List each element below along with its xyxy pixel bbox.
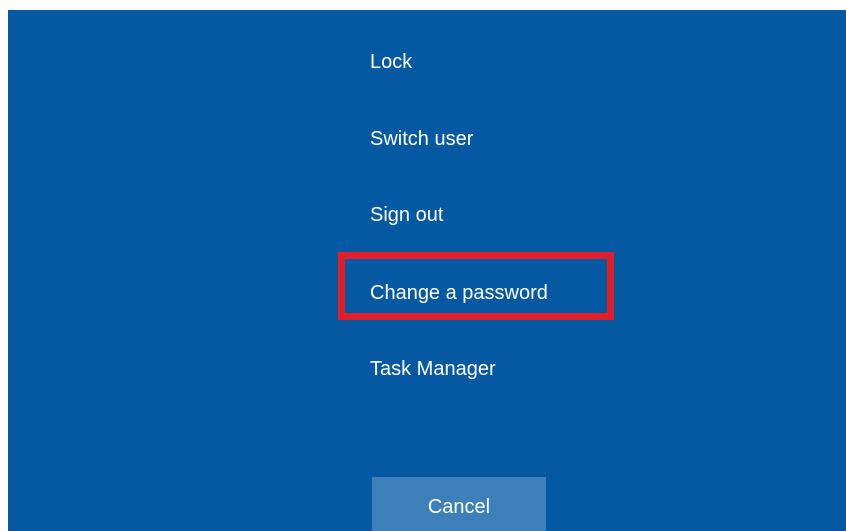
security-options-screen: Lock Switch user Sign out Change a passw…	[8, 10, 846, 531]
switch-user-option[interactable]: Switch user	[370, 127, 473, 151]
sign-out-option[interactable]: Sign out	[370, 203, 443, 227]
change-password-option[interactable]: Change a password	[370, 281, 548, 305]
task-manager-option[interactable]: Task Manager	[370, 357, 496, 381]
lock-option[interactable]: Lock	[370, 50, 412, 74]
cancel-button[interactable]: Cancel	[372, 477, 546, 531]
